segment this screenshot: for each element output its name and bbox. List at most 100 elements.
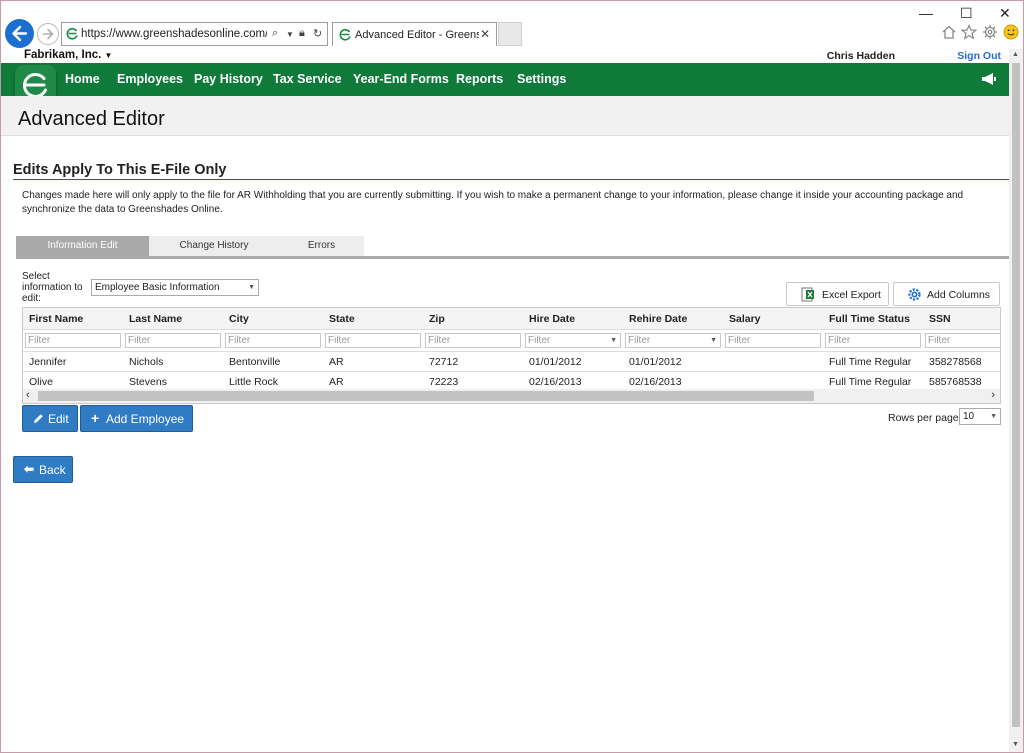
address-url[interactable]: https://www.greenshadesonline.com/FileF <box>81 28 267 40</box>
back-arrow-icon <box>12 25 28 42</box>
nav-reports[interactable]: Reports <box>456 72 503 86</box>
filter-input[interactable]: Filter <box>925 333 1000 348</box>
info-type-select[interactable]: Employee Basic Information ▼ <box>91 279 259 296</box>
section-description: Changes made here will only apply to the… <box>22 190 964 215</box>
column-header[interactable]: Full Time Status <box>829 313 910 325</box>
filter-input[interactable]: Filter <box>325 333 421 348</box>
nav-tax-service[interactable]: Tax Service <box>273 72 342 86</box>
chevron-down-icon: ▼ <box>990 413 997 420</box>
table-cell: 02/16/2013 <box>629 376 682 388</box>
column-header[interactable]: First Name <box>29 313 83 325</box>
plus-icon: + <box>91 410 100 426</box>
scroll-right-icon[interactable]: › <box>991 389 995 401</box>
chevron-down-icon: ▼ <box>248 284 255 291</box>
table-cell: Jennifer <box>29 356 67 368</box>
add-columns-button[interactable]: Add Columns <box>893 282 1000 306</box>
scroll-down-icon[interactable]: ▼ <box>1012 741 1019 748</box>
back-button[interactable]: ⬅ Back <box>13 456 73 483</box>
column-header[interactable]: Last Name <box>129 313 182 325</box>
company-name: Fabrikam, Inc. <box>24 49 102 61</box>
company-selector[interactable]: Fabrikam, Inc. ▼ <box>24 49 112 61</box>
lock-icon[interactable]: 🔒︎ <box>299 27 305 40</box>
nav-year-end-forms[interactable]: Year-End Forms <box>353 72 449 86</box>
filter-placeholder: Filter <box>528 335 551 346</box>
chevron-down-icon: ▼ <box>710 337 717 344</box>
filter-input[interactable]: Filter <box>125 333 221 348</box>
filter-date-select[interactable]: Filter ▼ <box>525 333 621 348</box>
rows-per-page-value: 10 <box>963 411 975 422</box>
info-type-value: Employee Basic Information <box>95 282 220 293</box>
filter-input[interactable]: Filter <box>825 333 921 348</box>
table-cell: Bentonville <box>229 356 281 368</box>
scrollbar-thumb[interactable] <box>1012 63 1020 727</box>
close-window-button[interactable]: ✕ <box>999 5 1011 22</box>
column-header[interactable]: Salary <box>729 313 761 325</box>
new-tab-button[interactable] <box>498 22 522 46</box>
column-header[interactable]: SSN <box>929 313 951 325</box>
table-row[interactable]: Olive Stevens Little Rock AR 72223 02/16… <box>23 371 1000 391</box>
star-icon[interactable] <box>961 24 977 40</box>
scroll-left-icon[interactable]: ‹ <box>26 389 30 401</box>
table-cell: 01/01/2012 <box>529 356 582 368</box>
table-cell: 02/16/2013 <box>529 376 582 388</box>
excel-export-label: Excel Export <box>822 289 881 301</box>
table-cell: 585768538 <box>929 376 982 388</box>
table-cell: Nichols <box>129 356 164 368</box>
refresh-icon[interactable]: ↻ <box>313 27 322 40</box>
filter-input[interactable]: Filter <box>425 333 521 348</box>
forward-arrow-icon <box>42 28 54 40</box>
gear-icon[interactable] <box>982 24 998 40</box>
tab-change-history[interactable]: Change History <box>149 236 279 256</box>
grid-horizontal-scrollbar[interactable]: ‹ › <box>23 389 1000 403</box>
table-cell: 72223 <box>429 376 459 388</box>
table-row[interactable]: Jennifer Nichols Bentonville AR 72712 01… <box>23 351 1000 371</box>
filter-placeholder: Filter <box>628 335 651 346</box>
grid-header: First Name Last Name City State Zip Hire… <box>23 308 1000 330</box>
excel-export-button[interactable]: Excel Export <box>786 282 889 306</box>
column-header[interactable]: Zip <box>429 313 445 325</box>
tab-underline <box>16 256 1009 259</box>
chevron-down-icon: ▼ <box>104 51 113 60</box>
browser-forward-button[interactable] <box>37 23 59 45</box>
column-header[interactable]: Hire Date <box>529 313 575 325</box>
column-header[interactable]: Rehire Date <box>629 313 687 325</box>
page-vertical-scrollbar[interactable]: ▲ ▼ <box>1009 49 1023 752</box>
column-header[interactable]: State <box>329 313 355 325</box>
nav-home[interactable]: Home <box>65 72 100 86</box>
browser-chrome: https://www.greenshadesonline.com/FileF … <box>1 1 1023 49</box>
maximize-button[interactable]: ☐ <box>960 5 973 22</box>
address-dropdown-icon[interactable]: ▼ <box>286 30 294 39</box>
scroll-up-icon[interactable]: ▲ <box>1012 51 1019 58</box>
nav-pay-history[interactable]: Pay History <box>194 72 263 86</box>
select-info-label: Select information to edit: <box>22 271 83 304</box>
edit-button[interactable]: Edit <box>22 405 78 432</box>
minimize-button[interactable]: — <box>919 5 933 21</box>
section-divider <box>13 179 1009 180</box>
filter-input[interactable]: Filter <box>225 333 321 348</box>
nav-settings[interactable]: Settings <box>517 72 566 86</box>
table-cell: 72712 <box>429 356 459 368</box>
arrow-left-icon: ⬅ <box>24 462 35 476</box>
filter-input[interactable]: Filter <box>725 333 821 348</box>
address-bar[interactable]: https://www.greenshadesonline.com/FileF … <box>61 22 328 46</box>
tab-close-icon[interactable]: ✕ <box>480 27 490 41</box>
home-icon[interactable] <box>941 24 957 40</box>
megaphone-icon[interactable] <box>981 72 997 86</box>
table-cell: AR <box>329 356 344 368</box>
browser-back-button[interactable] <box>5 19 34 48</box>
add-employee-button[interactable]: + Add Employee <box>80 405 193 432</box>
nav-employees[interactable]: Employees <box>117 72 183 86</box>
tab-information-edit[interactable]: Information Edit <box>16 236 149 256</box>
filter-input[interactable]: Filter <box>25 333 121 348</box>
rows-per-page-select[interactable]: 10 ▼ <box>959 408 1001 425</box>
page-header: Advanced Editor <box>1 96 1009 136</box>
filter-date-select[interactable]: Filter ▼ <box>625 333 721 348</box>
tab-errors[interactable]: Errors <box>279 236 364 256</box>
site-favicon-icon <box>66 27 78 40</box>
smiley-icon[interactable] <box>1003 24 1019 40</box>
sign-out-link[interactable]: Sign Out <box>957 50 1001 62</box>
scrollbar-thumb[interactable] <box>38 391 814 401</box>
address-search-icon[interactable]: ⌕ <box>272 27 278 40</box>
column-header[interactable]: City <box>229 313 249 325</box>
browser-tab[interactable]: Advanced Editor - Greensh... ✕ <box>332 22 497 46</box>
